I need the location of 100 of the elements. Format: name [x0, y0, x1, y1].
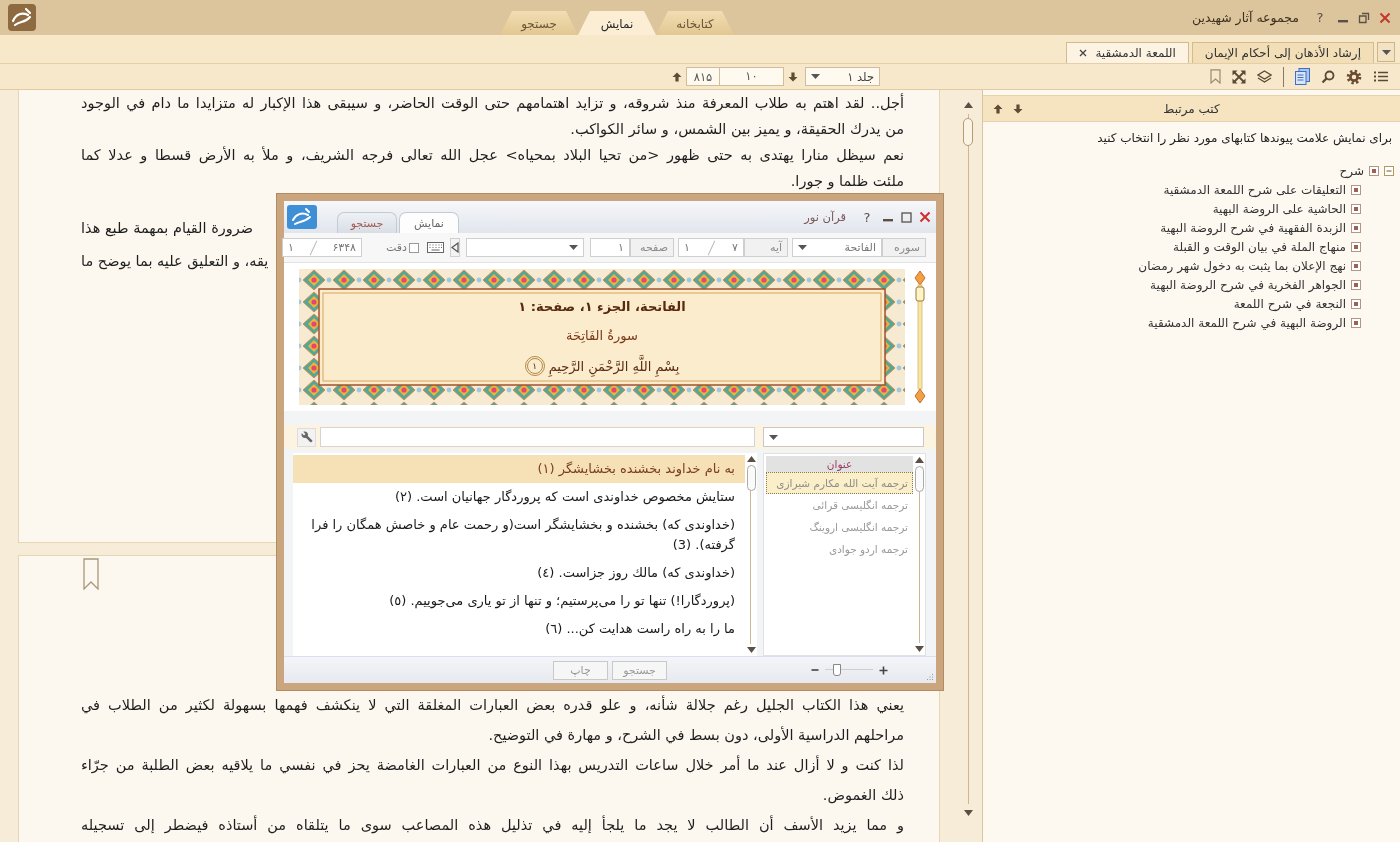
verse-item[interactable]: (پروردگارا!) تنها تو را می‌پرستیم؛ و تنها از تو یاری می‌جوییم. (٥): [293, 587, 745, 615]
verse-item[interactable]: ما را به راه راست هدایت کن... (٦): [293, 615, 745, 643]
wrench-icon: [300, 431, 313, 443]
caret-down-icon: [769, 434, 778, 440]
help-button[interactable]: ?: [859, 208, 875, 226]
checkbox[interactable]: [1351, 184, 1361, 195]
text-line: يعني هذا الكتاب الجليل رغم جلالة شأنه، و علو قدره بعض العبارات المغلقة التي لا ينكشف فهمها بسهولة لكثير من الطلاب في: [81, 694, 904, 716]
restore-icon[interactable]: [1358, 11, 1370, 24]
checkbox[interactable]: [1351, 317, 1361, 328]
caret-down-icon: [798, 245, 807, 250]
expand-icon[interactable]: [1232, 69, 1246, 84]
search-field[interactable]: [320, 427, 755, 447]
main-tab[interactable]: نمایش: [578, 11, 656, 35]
verse-item[interactable]: (خداوندی که) مالك روز جزاست. (٤): [293, 559, 745, 587]
text-line: ملئت ظلما و جورا.: [790, 172, 904, 192]
window-tab[interactable]: جستجو: [337, 212, 397, 233]
collapse-icon[interactable]: [1384, 165, 1394, 176]
caret-down-icon: [569, 245, 578, 250]
aya-field[interactable]: ۷ ۱: [678, 238, 744, 257]
close-icon[interactable]: [1079, 49, 1088, 57]
caret-down-icon: [1381, 49, 1391, 55]
scroll-up-icon[interactable]: [746, 456, 756, 462]
text-line: من يدرك الحقيقة، و يميز بين الشمس، و سائر الكواكب.: [570, 120, 904, 140]
logo-icon: [287, 205, 317, 229]
layers-icon[interactable]: [1257, 69, 1272, 84]
page-heading: الفاتحة، الجزء ۱، صفحة: ۱: [518, 298, 686, 316]
help-button[interactable]: ?: [1312, 8, 1328, 27]
scroll-down-icon[interactable]: [746, 647, 756, 653]
tree-item[interactable]: الحاشية على الروضة البهية: [1212, 201, 1346, 216]
checkbox[interactable]: [1351, 222, 1361, 233]
verse-item[interactable]: ستایش مخصوص خداوندی است که پروردگار جهانیان است. (۲): [293, 483, 745, 511]
field-label: صفحه: [630, 238, 674, 257]
panel-title: کتب مرتبط: [1163, 101, 1220, 116]
page-field[interactable]: ۱: [590, 238, 630, 257]
settings-icon[interactable]: [1346, 68, 1362, 85]
scroll-down-icon[interactable]: [914, 646, 924, 652]
search-icon[interactable]: [1321, 69, 1335, 84]
checkbox[interactable]: [1351, 260, 1361, 271]
slider-thumb[interactable]: [833, 664, 841, 676]
close-icon[interactable]: [919, 211, 931, 223]
verse-item[interactable]: به نام خداوند بخشنده بخشایشگر (۱): [293, 455, 745, 483]
tree-item[interactable]: شرح: [1339, 163, 1364, 178]
checkbox-label: دقت: [386, 241, 407, 254]
scroll-down-icon[interactable]: [963, 810, 973, 816]
sura-title: سورةُ الفَاتِحَة: [566, 327, 638, 346]
scroll-up-icon[interactable]: [963, 102, 973, 108]
text-line: و مما يزيد الأسف أن الطالب لا يجد ما يلجأ إليه في تذليل هذه المصاعب سوى ما يتلقاه من أستاذه فيضطر إلى تسجيله: [81, 814, 904, 836]
minus-icon[interactable]: [811, 666, 819, 674]
checkbox[interactable]: [1369, 165, 1379, 176]
window-tab[interactable]: نمایش: [399, 212, 459, 233]
text-line: يقه، و التعليق عليه بما يوضح ما: [81, 252, 269, 272]
tree-item[interactable]: التعليقات على شرح اللمعة الدمشقية: [1163, 182, 1346, 197]
scrollbar-thumb[interactable]: [914, 466, 924, 492]
arrow-up-icon[interactable]: [993, 103, 1003, 114]
tree-item[interactable]: نهج الإعلان بما يثبت به دخول شهر رمضان: [1138, 258, 1346, 273]
window-title: قرآن نور: [804, 210, 846, 224]
tree-item[interactable]: الجواهر الفخرية في شرح الروضة البهية: [1150, 277, 1346, 292]
arrow-up-icon[interactable]: [672, 71, 682, 82]
checkbox[interactable]: [1351, 298, 1361, 309]
document-tab[interactable]: اللمعة الدمشقية: [1066, 42, 1189, 63]
scrollbar-track[interactable]: [913, 466, 925, 643]
volume-dropdown[interactable]: جلد ۱: [805, 67, 880, 86]
scrollbar-thumb[interactable]: [963, 118, 973, 146]
maximize-icon[interactable]: [901, 211, 912, 223]
tab-list-button[interactable]: [1377, 42, 1395, 62]
vertical-scrollbar[interactable]: [913, 269, 927, 405]
scrollbar-thumb[interactable]: [746, 465, 756, 491]
tree-item[interactable]: الروضة البهية في شرح اللمعة الدمشقية: [1147, 315, 1346, 330]
verse-item[interactable]: (خداوندی که) بخشنده و بخشایشگر است(و رحمت عام و خاصش همگان را فرا گرفته). (3): [293, 511, 745, 559]
main-tab[interactable]: جستجو: [500, 11, 578, 35]
resize-grip-icon[interactable]: [926, 673, 934, 681]
arrow-down-icon[interactable]: [1013, 103, 1023, 114]
bookmark-icon[interactable]: [83, 558, 99, 590]
checkbox[interactable]: [1351, 203, 1361, 214]
checkbox[interactable]: [1351, 279, 1361, 290]
field-label: آیه: [744, 238, 788, 257]
text-line: لذا كنت و لا أزال عند ما أمر خلال ساعات التدريس بهذا النوع من العبارات الغامضة يحز في نفسي ما يلاقيه بعض الطلبة من جرّاء: [81, 754, 904, 776]
tools-button[interactable]: [297, 427, 316, 447]
sura-dropdown[interactable]: الفاتحة: [792, 238, 882, 257]
bookmark-icon[interactable]: [1210, 69, 1221, 84]
document-tab[interactable]: إرشاد الأذهان إلى أحكام الإيمان: [1191, 42, 1374, 63]
verse-field[interactable]: ۶۳۴۸ ۱: [282, 238, 363, 257]
arrow-down-icon[interactable]: [788, 71, 798, 82]
text-line: ضرورة القيام بمهمة طبع هذا: [81, 219, 254, 239]
triangle-button[interactable]: [450, 238, 460, 257]
scroll-up-icon[interactable]: [914, 457, 924, 463]
plus-icon[interactable]: [879, 665, 888, 675]
checkbox[interactable]: [409, 242, 419, 253]
text-line: نعم سيظل منارا يهتدى به حتى ظهور <من تحيا البلاد بمحياه> عجل الله تعالى فرجه الشريف، و ملأ به الأرض قسطا و عدلا كما: [81, 145, 904, 166]
list-icon[interactable]: [1373, 70, 1389, 83]
page-field[interactable]: ۱۰ ۸۱۵: [686, 67, 784, 86]
main-tab[interactable]: کتابخانه: [656, 11, 734, 35]
scrollbar-track[interactable]: [745, 465, 757, 644]
document-icon[interactable]: [1295, 68, 1310, 85]
checkbox[interactable]: [1351, 241, 1361, 252]
tree-item[interactable]: الزبدة الفقهية في شرح الروضة البهية: [1160, 220, 1346, 235]
keyboard-icon[interactable]: [427, 242, 444, 253]
tree-item[interactable]: النجعة في شرح اللمعة: [1233, 296, 1346, 311]
column-header: عنوان: [766, 456, 913, 472]
tree-item[interactable]: منهاج الملة في بيان الوقت و القبلة: [1173, 239, 1346, 254]
